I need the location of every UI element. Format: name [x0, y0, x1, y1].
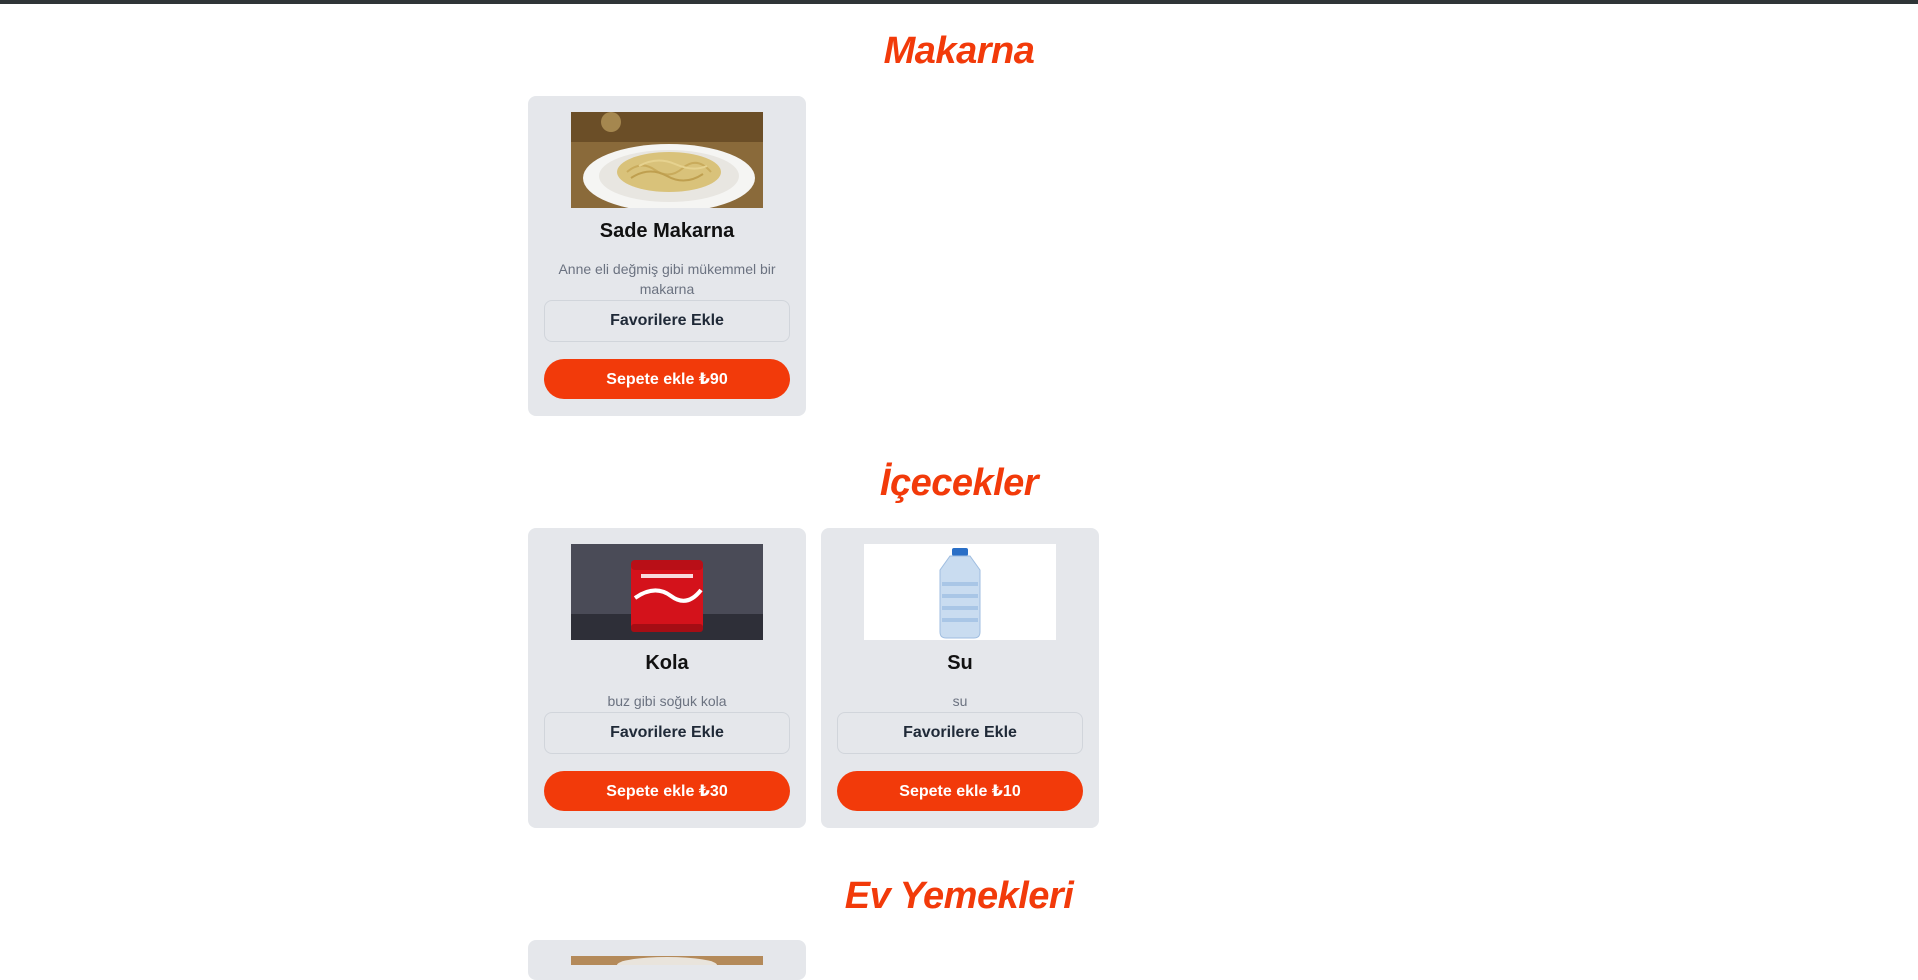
product-image-pasta [571, 112, 763, 208]
product-card-su: Su su Favorilere Ekle Sepete ekle ₺10 [821, 528, 1099, 828]
product-name: Sade Makarna [599, 220, 735, 242]
section-title-makarna: Makarna [883, 30, 1035, 72]
product-card-kola: Kola buz gibi soğuk kola Favorilere Ekle… [528, 528, 806, 828]
product-image-home-meal [571, 956, 763, 965]
product-image-cola [571, 544, 763, 640]
section-title-ev-yemekleri: Ev Yemekleri [844, 875, 1074, 917]
top-border [0, 0, 1918, 4]
product-name: Su [947, 652, 973, 674]
product-description: buz gibi soğuk kola [607, 693, 727, 709]
add-to-cart-button[interactable]: Sepete ekle ₺30 [544, 771, 790, 811]
add-to-favorites-button[interactable]: Favorilere Ekle [837, 712, 1083, 754]
section-title-icecekler: İçecekler [879, 462, 1039, 504]
product-card-sade-makarna: Sade Makarna Anne eli değmiş gibi mükemm… [528, 96, 806, 416]
product-image-water [864, 544, 1056, 640]
add-to-favorites-button[interactable]: Favorilere Ekle [544, 300, 790, 342]
add-to-cart-button[interactable]: Sepete ekle ₺10 [837, 771, 1083, 811]
add-to-cart-button[interactable]: Sepete ekle ₺90 [544, 359, 790, 399]
product-description: su [952, 693, 968, 709]
product-description: Anne eli değmiş gibi mükemmel bir makarn… [558, 261, 776, 297]
add-to-favorites-button[interactable]: Favorilere Ekle [544, 712, 790, 754]
product-card-ev-yemegi [528, 940, 806, 980]
product-name: Kola [645, 652, 689, 674]
